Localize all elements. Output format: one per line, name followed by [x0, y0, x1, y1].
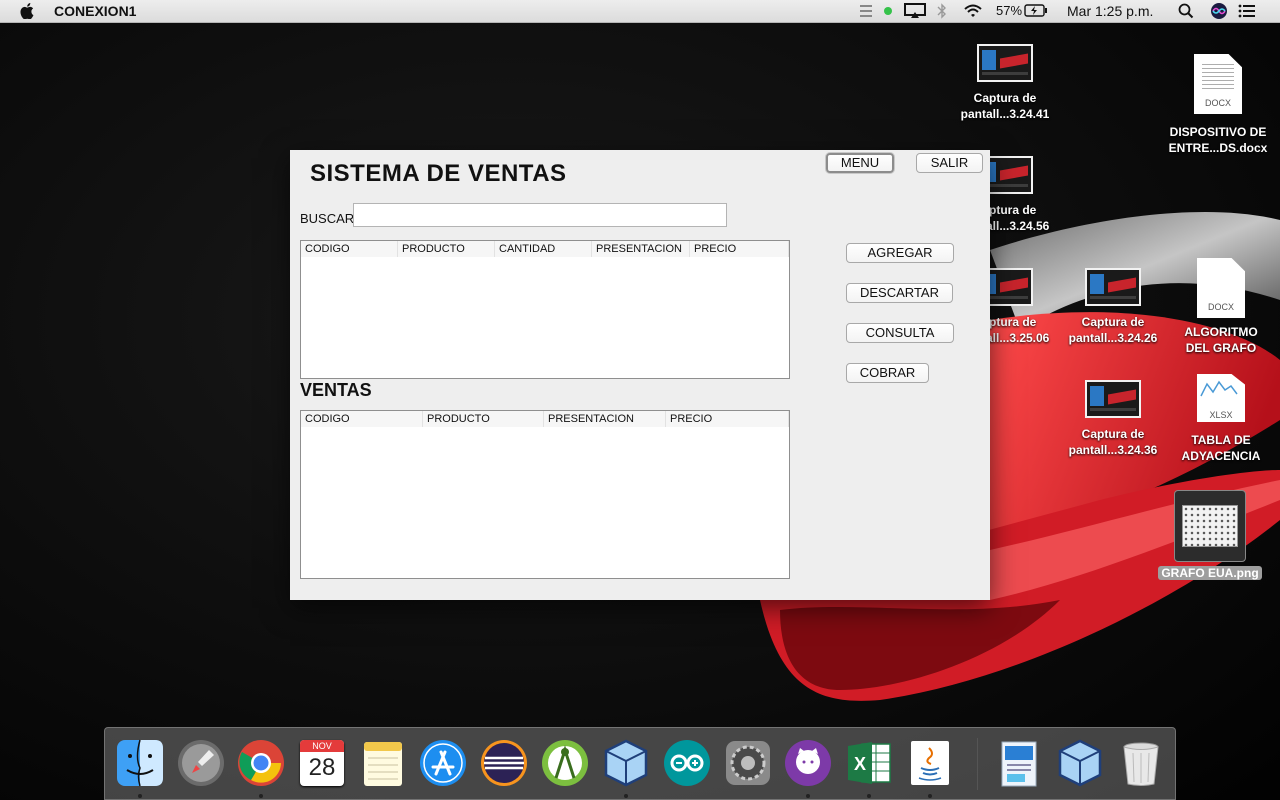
window-title: SISTEMA DE VENTAS [310, 160, 567, 187]
launchpad-icon[interactable] [176, 738, 226, 788]
cart-table[interactable]: CODIGO PRODUCTO CANTIDAD PRESENTACION PR… [300, 240, 790, 379]
column-header[interactable]: PRODUCTO [398, 241, 495, 257]
screenshot-thumbnail-icon [1085, 268, 1141, 306]
document-icon[interactable] [994, 738, 1044, 788]
battery-charging-icon[interactable] [1024, 0, 1048, 22]
column-header[interactable]: CODIGO [301, 241, 398, 257]
android-studio-icon[interactable] [540, 738, 590, 788]
map-image-thumbnail-icon [1174, 490, 1246, 562]
cart-table-header: CODIGO PRODUCTO CANTIDAD PRESENTACION PR… [301, 241, 789, 257]
menubar-clock[interactable]: Mar 1:25 p.m. [1067, 0, 1153, 22]
calendar-icon[interactable]: NOV 28 [297, 738, 347, 788]
screenshot-thumbnail-icon [1085, 380, 1141, 418]
desktop-file-docx[interactable]: DOCX DISPOSITIVO DE ENTRE...DS.docx [1163, 54, 1273, 156]
column-header[interactable]: CANTIDAD [495, 241, 592, 257]
sales-table-header: CODIGO PRODUCTO PRESENTACION PRECIO [301, 411, 789, 427]
file-name: ALGORITMO [1184, 325, 1258, 339]
trash-icon[interactable] [1116, 738, 1166, 788]
docx-document-icon: DOCX [1194, 54, 1242, 114]
eclipse-icon[interactable] [479, 738, 529, 788]
file-name: pantall...3.24.36 [1068, 443, 1158, 457]
svg-text:X: X [854, 754, 866, 774]
search-input[interactable] [353, 203, 727, 227]
discard-button[interactable]: DESCARTAR [846, 283, 953, 303]
status-green-dot-icon [883, 0, 893, 22]
notes-icon[interactable] [358, 738, 408, 788]
file-name: DEL GRAFO [1185, 341, 1257, 355]
column-header[interactable]: CODIGO [301, 411, 423, 427]
excel-icon[interactable]: X [844, 738, 894, 798]
file-name: GRAFO EUA.png [1158, 566, 1262, 580]
desktop-file-screenshot[interactable]: Captura de pantall...3.24.36 [1058, 380, 1168, 458]
desktop-file-xlsx[interactable]: XLSX TABLA DE ADYACENCIA [1166, 374, 1276, 464]
file-name: Captura de [1081, 315, 1145, 329]
sales-table[interactable]: CODIGO PRODUCTO PRESENTACION PRECIO [300, 410, 790, 579]
screenshot-thumbnail-icon [977, 44, 1033, 82]
column-header[interactable]: PRODUCTO [423, 411, 544, 427]
menu-button[interactable]: MENU [826, 153, 894, 173]
virtualbox-icon[interactable] [601, 738, 651, 798]
menu-bar: CONEXION1 57% Mar 1:25 p.m. [0, 0, 1280, 23]
search-label: BUSCAR: [300, 211, 358, 226]
desktop-file-docx[interactable]: DOCX ALGORITMO DEL GRAFO [1166, 258, 1276, 356]
chrome-icon[interactable] [236, 738, 286, 798]
calendar-day: 28 [308, 754, 336, 781]
dock: NOV 28 X [104, 727, 1176, 800]
github-icon[interactable] [783, 738, 833, 798]
finder-icon[interactable] [115, 738, 165, 798]
airplay-display-icon[interactable] [904, 0, 926, 22]
file-name: Captura de [1081, 427, 1145, 441]
column-header[interactable]: PRESENTACION [592, 241, 690, 257]
file-name: Captura de [973, 91, 1037, 105]
bluetooth-icon[interactable] [937, 0, 947, 22]
file-name: TABLA DE [1191, 433, 1251, 447]
file-name: ENTRE...DS.docx [1168, 141, 1268, 155]
dock-separator [977, 738, 978, 790]
column-header[interactable]: PRESENTACION [544, 411, 666, 427]
spotlight-search-icon[interactable] [1178, 0, 1194, 22]
sales-heading: VENTAS [300, 380, 372, 400]
sales-system-window: SISTEMA DE VENTAS MENU SALIR BUSCAR: COD… [290, 150, 990, 600]
virtualbox-icon[interactable] [1055, 738, 1105, 788]
calendar-month: NOV [300, 740, 344, 752]
desktop-file-screenshot[interactable]: Captura de pantall...3.24.41 [950, 44, 1060, 122]
add-button[interactable]: AGREGAR [846, 243, 954, 263]
file-name: ADYACENCIA [1181, 449, 1261, 463]
file-name: pantall...3.24.26 [1068, 331, 1158, 345]
apple-menu-icon[interactable] [20, 0, 36, 22]
app-store-icon[interactable] [418, 738, 468, 788]
column-header[interactable]: PRECIO [666, 411, 789, 427]
system-preferences-icon[interactable] [723, 738, 773, 788]
active-app-name[interactable]: CONEXION1 [54, 0, 136, 22]
xlsx-spreadsheet-icon: XLSX [1197, 374, 1245, 422]
battery-percentage[interactable]: 57% [996, 0, 1022, 22]
java-icon[interactable] [905, 738, 955, 798]
notification-list-icon[interactable] [860, 0, 878, 22]
column-header[interactable]: PRECIO [690, 241, 789, 257]
arduino-icon[interactable] [662, 738, 712, 788]
notification-center-icon[interactable] [1238, 0, 1256, 22]
charge-button[interactable]: COBRAR [846, 363, 929, 383]
siri-icon[interactable] [1210, 0, 1228, 22]
wifi-icon[interactable] [963, 0, 983, 22]
file-name: pantall...3.24.41 [960, 107, 1050, 121]
exit-button[interactable]: SALIR [916, 153, 983, 173]
docx-document-icon: DOCX [1197, 258, 1245, 318]
query-button[interactable]: CONSULTA [846, 323, 954, 343]
desktop-file-screenshot[interactable]: Captura de pantall...3.24.26 [1058, 268, 1168, 346]
file-name: DISPOSITIVO DE [1169, 125, 1267, 139]
desktop-file-png-selected[interactable]: GRAFO EUA.png [1155, 490, 1265, 582]
